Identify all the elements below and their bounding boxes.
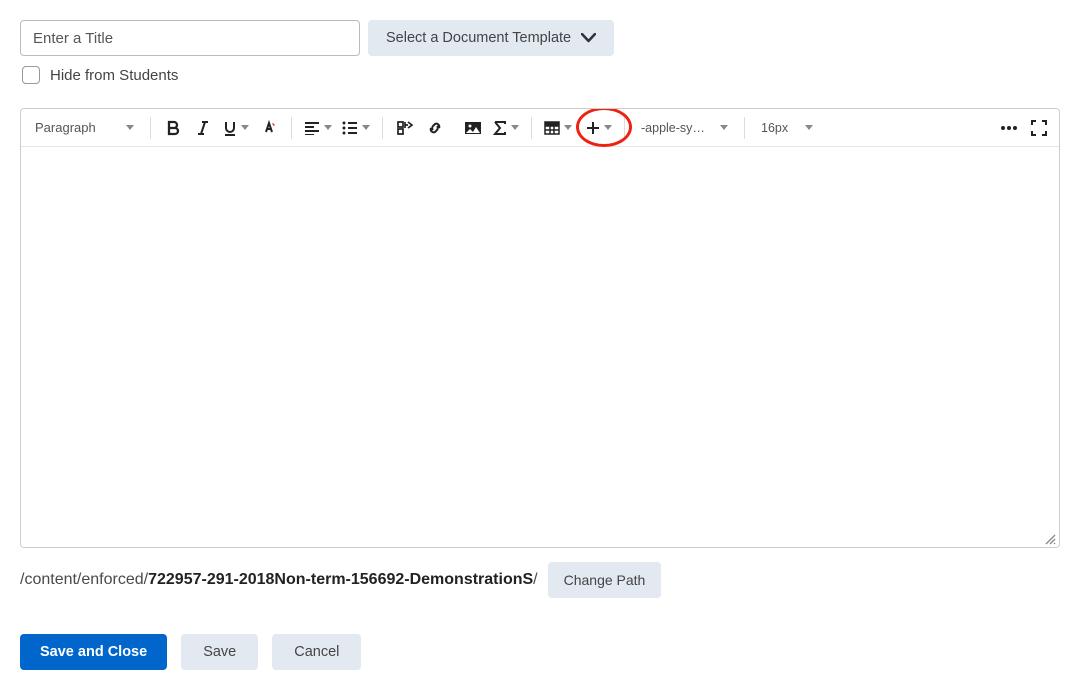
separator	[624, 117, 625, 139]
chevron-down-icon	[362, 125, 370, 130]
font-color-button[interactable]	[255, 114, 283, 142]
table-button[interactable]	[540, 114, 576, 142]
insert-stuff-button[interactable]	[391, 114, 419, 142]
resize-handle-icon[interactable]	[1044, 533, 1056, 545]
ellipsis-icon	[1000, 125, 1018, 131]
align-button[interactable]	[300, 114, 336, 142]
separator	[382, 117, 383, 139]
italic-icon	[197, 120, 209, 136]
select-template-label: Select a Document Template	[386, 30, 571, 46]
save-button[interactable]: Save	[181, 634, 258, 670]
cancel-button[interactable]: Cancel	[272, 634, 361, 670]
hide-from-students-label: Hide from Students	[50, 67, 178, 84]
separator	[150, 117, 151, 139]
image-icon	[464, 121, 482, 135]
chevron-down-icon	[564, 125, 572, 130]
separator	[531, 117, 532, 139]
chevron-down-icon	[324, 125, 332, 130]
font-size-label: 16px	[761, 121, 796, 135]
sigma-icon	[493, 120, 507, 136]
underline-icon	[223, 120, 237, 136]
italic-button[interactable]	[189, 114, 217, 142]
title-input[interactable]	[20, 20, 360, 56]
bold-icon	[166, 120, 180, 136]
editor-container: Paragraph	[20, 108, 1060, 548]
change-path-button[interactable]: Change Path	[548, 562, 662, 598]
editor-content-area[interactable]	[21, 147, 1059, 547]
font-color-icon	[261, 120, 277, 136]
chevron-down-icon	[604, 125, 612, 130]
chevron-down-icon	[126, 125, 134, 130]
more-actions-button[interactable]	[995, 114, 1023, 142]
chevron-down-icon	[720, 125, 728, 130]
insert-link-button[interactable]	[421, 114, 449, 142]
separator	[744, 117, 745, 139]
font-family-label: -apple-syste…	[641, 121, 711, 135]
font-size-select[interactable]: 16px	[753, 114, 821, 142]
chevron-down-icon	[805, 125, 813, 130]
path-folder: 722957-291-2018Non-term-156692-Demonstra…	[148, 571, 533, 588]
underline-button[interactable]	[219, 114, 253, 142]
plus-icon	[586, 121, 600, 135]
list-icon	[342, 121, 358, 135]
paragraph-format-select[interactable]: Paragraph	[27, 114, 142, 142]
save-and-close-button[interactable]: Save and Close	[20, 634, 167, 670]
insert-more-button[interactable]	[582, 114, 616, 142]
chevron-down-icon	[511, 125, 519, 130]
separator	[291, 117, 292, 139]
fullscreen-icon	[1031, 120, 1047, 136]
link-icon	[427, 120, 443, 136]
editor-toolbar: Paragraph	[21, 109, 1059, 147]
hide-from-students-checkbox[interactable]	[22, 66, 40, 84]
insert-stuff-icon	[397, 121, 413, 135]
path-suffix: /	[533, 571, 537, 588]
content-path: /content/enforced/722957-291-2018Non-ter…	[20, 571, 538, 589]
font-family-select[interactable]: -apple-syste…	[633, 114, 736, 142]
paragraph-format-label: Paragraph	[35, 120, 117, 135]
table-icon	[544, 121, 560, 135]
list-button[interactable]	[338, 114, 374, 142]
chevron-down-icon	[241, 125, 249, 130]
bold-button[interactable]	[159, 114, 187, 142]
fullscreen-button[interactable]	[1025, 114, 1053, 142]
align-left-icon	[304, 121, 320, 135]
path-prefix: /content/enforced/	[20, 571, 148, 588]
insert-image-button[interactable]	[459, 114, 487, 142]
equation-button[interactable]	[489, 114, 523, 142]
select-template-button[interactable]: Select a Document Template	[368, 20, 614, 56]
chevron-down-icon	[581, 33, 596, 43]
